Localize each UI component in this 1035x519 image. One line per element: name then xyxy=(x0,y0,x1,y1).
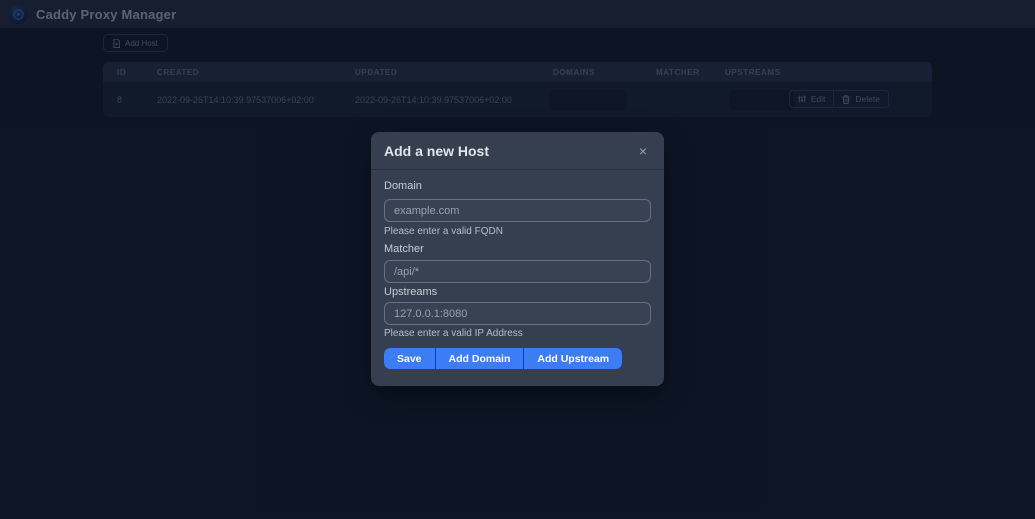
upstreams-label: Upstreams xyxy=(384,286,438,298)
modal-body: Domain Please enter a valid FQDN Matcher… xyxy=(371,170,664,382)
domain-input[interactable] xyxy=(384,199,651,222)
matcher-input[interactable] xyxy=(384,260,651,283)
upstreams-helper-text: Please enter a valid IP Address xyxy=(384,328,523,339)
add-host-modal: Add a new Host × Domain Please enter a v… xyxy=(371,132,664,386)
domain-helper-text: Please enter a valid FQDN xyxy=(384,226,503,237)
matcher-label: Matcher xyxy=(384,243,424,255)
upstreams-input[interactable] xyxy=(384,302,651,325)
modal-title: Add a new Host xyxy=(384,142,490,159)
add-domain-button[interactable]: Add Domain xyxy=(435,348,524,369)
add-upstream-button[interactable]: Add Upstream xyxy=(524,348,623,369)
modal-button-group: Save Add Domain Add Upstream xyxy=(384,348,623,369)
domain-label: Domain xyxy=(384,180,422,192)
close-icon[interactable]: × xyxy=(635,142,651,160)
modal-header: Add a new Host × xyxy=(371,132,664,170)
save-button[interactable]: Save xyxy=(384,348,435,369)
